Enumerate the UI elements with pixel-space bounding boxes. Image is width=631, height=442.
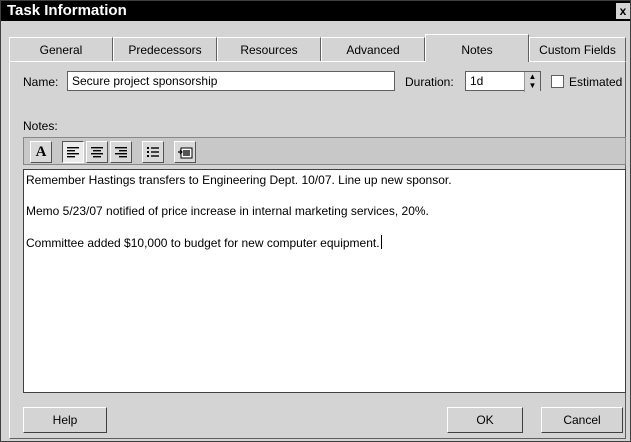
note-line: Memo 5/23/07 notified of price increase … bbox=[26, 204, 429, 218]
tab-custom-fields[interactable]: Custom Fields bbox=[529, 37, 626, 61]
tab-resources[interactable]: Resources bbox=[217, 37, 321, 61]
tab-advanced[interactable]: Advanced bbox=[321, 37, 425, 61]
font-button[interactable]: A bbox=[30, 141, 52, 163]
align-right-icon bbox=[115, 147, 127, 158]
tab-general[interactable]: General bbox=[9, 37, 113, 61]
tab-strip: General Predecessors Resources Advanced … bbox=[9, 34, 626, 62]
align-center-icon bbox=[91, 147, 103, 158]
insert-object-icon bbox=[178, 147, 193, 158]
bullet-list-icon bbox=[147, 147, 159, 157]
align-center-button[interactable] bbox=[86, 141, 108, 163]
duration-value: 1d bbox=[470, 74, 484, 88]
font-icon: A bbox=[35, 143, 47, 160]
align-right-button[interactable] bbox=[110, 141, 132, 163]
spin-up-icon[interactable]: ▲ bbox=[525, 72, 540, 81]
notes-label: Notes: bbox=[23, 119, 58, 133]
notes-textarea[interactable]: Remember Hastings transfers to Engineeri… bbox=[23, 169, 626, 393]
task-information-dialog: Task Information x General Predecessors … bbox=[0, 0, 631, 442]
duration-spinner[interactable]: ▲ ▼ bbox=[524, 72, 540, 92]
tab-predecessors[interactable]: Predecessors bbox=[113, 37, 217, 61]
align-left-button[interactable] bbox=[62, 141, 84, 163]
dialog-title: Task Information bbox=[7, 2, 127, 19]
cancel-button[interactable]: Cancel bbox=[541, 407, 623, 433]
note-line-text: Committee added $10,000 to budget for ne… bbox=[26, 236, 380, 250]
duration-label: Duration: bbox=[405, 75, 454, 89]
estimated-checkbox[interactable] bbox=[551, 75, 564, 88]
duration-field[interactable]: 1d ▲ ▼ bbox=[465, 71, 541, 92]
name-field[interactable]: Secure project sponsorship bbox=[67, 71, 395, 91]
tab-notes[interactable]: Notes bbox=[425, 34, 529, 62]
help-button[interactable]: Help bbox=[23, 407, 107, 433]
notes-toolbar: A bbox=[23, 137, 626, 165]
text-cursor bbox=[380, 235, 382, 249]
note-line: Remember Hastings transfers to Engineeri… bbox=[26, 173, 452, 187]
align-left-icon bbox=[67, 147, 79, 158]
insert-object-button[interactable] bbox=[174, 141, 196, 163]
estimated-label: Estimated bbox=[569, 75, 623, 89]
bullet-list-button[interactable] bbox=[142, 141, 164, 163]
name-label: Name: bbox=[23, 75, 59, 89]
note-line: Committee added $10,000 to budget for ne… bbox=[26, 235, 623, 250]
title-bar: Task Information x bbox=[1, 1, 630, 21]
spin-down-icon[interactable]: ▼ bbox=[525, 81, 540, 90]
close-icon[interactable]: x bbox=[616, 3, 630, 19]
ok-button[interactable]: OK bbox=[447, 407, 523, 433]
